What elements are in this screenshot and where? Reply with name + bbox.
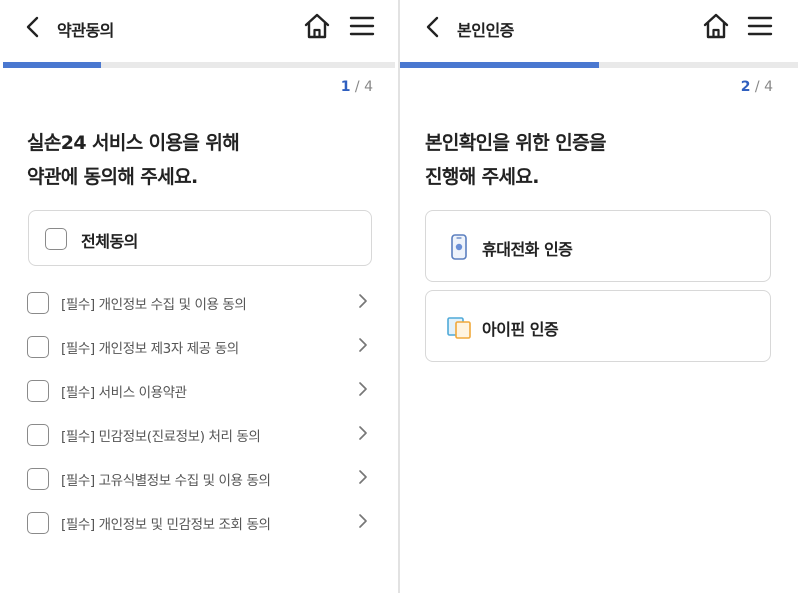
term-label: [필수] 개인정보 수집 및 이용 동의 [61, 297, 247, 313]
terms-agreement-screen: 약관동의 1 / 4 실손24 서비스 이용을 위해 약관에 동의해 주세요. … [0, 0, 398, 593]
heading: 실손24 서비스 이용을 위해 약관에 동의해 주세요. [27, 126, 240, 194]
heading: 본인확인을 위한 인증을 진행해 주세요. [425, 126, 606, 194]
chevron-right-icon[interactable] [357, 293, 369, 309]
menu-icon[interactable] [747, 14, 773, 38]
term-item[interactable]: [필수] 민감정보(진료정보) 처리 동의 [27, 416, 377, 460]
progress-bar [3, 62, 395, 68]
terms-list: [필수] 개인정보 수집 및 이용 동의 [필수] 개인정보 제3자 제공 동의… [27, 284, 377, 548]
back-arrow-icon[interactable] [24, 16, 44, 38]
term-item[interactable]: [필수] 고유식별정보 수집 및 이용 동의 [27, 460, 377, 504]
progress-bar [400, 62, 798, 68]
term-item[interactable]: [필수] 개인정보 제3자 제공 동의 [27, 328, 377, 372]
mobile-phone-icon [451, 234, 467, 260]
term-checkbox[interactable] [27, 468, 49, 490]
term-checkbox[interactable] [27, 336, 49, 358]
heading-line2: 약관에 동의해 주세요. [27, 166, 198, 188]
chevron-right-icon[interactable] [357, 337, 369, 353]
heading-line1: 실손24 서비스 이용을 위해 [27, 132, 240, 154]
home-icon[interactable] [702, 12, 730, 40]
back-arrow-icon[interactable] [424, 16, 444, 38]
auth-option-label: 아이핀 인증 [482, 320, 559, 339]
mobile-phone-auth-button[interactable]: 휴대전화 인증 [425, 210, 771, 282]
term-item[interactable]: [필수] 개인정보 및 민감정보 조회 동의 [27, 504, 377, 548]
step-current: 1 [340, 79, 351, 95]
chevron-right-icon[interactable] [357, 513, 369, 529]
identity-verification-screen: 본인인증 2 / 4 본인확인을 위한 인증을 진행해 주세요. 휴대전화 인증 [400, 0, 798, 593]
app-bar: 본인인증 [400, 0, 798, 56]
term-checkbox[interactable] [27, 292, 49, 314]
term-label: [필수] 개인정보 및 민감정보 조회 동의 [61, 517, 271, 533]
home-icon[interactable] [303, 12, 331, 40]
progress-fill [400, 62, 599, 68]
term-checkbox[interactable] [27, 512, 49, 534]
step-current: 2 [740, 79, 751, 95]
chevron-right-icon[interactable] [357, 381, 369, 397]
chevron-right-icon[interactable] [357, 469, 369, 485]
term-checkbox[interactable] [27, 424, 49, 446]
term-label: [필수] 서비스 이용약관 [61, 385, 187, 401]
term-checkbox[interactable] [27, 380, 49, 402]
step-indicator: 2 / 4 [741, 79, 773, 95]
step-total: / 4 [350, 79, 373, 95]
heading-line2: 진행해 주세요. [425, 166, 540, 188]
term-label: [필수] 개인정보 제3자 제공 동의 [61, 341, 239, 357]
progress-fill [3, 62, 101, 68]
step-indicator: 1 / 4 [341, 79, 373, 95]
heading-line1: 본인확인을 위한 인증을 [425, 132, 606, 154]
term-item[interactable]: [필수] 개인정보 수집 및 이용 동의 [27, 284, 377, 328]
page-title: 본인인증 [457, 21, 514, 40]
step-total: / 4 [750, 79, 773, 95]
ipin-auth-button[interactable]: 아이핀 인증 [425, 290, 771, 362]
page-title: 약관동의 [57, 21, 114, 40]
ipin-icon [447, 317, 471, 339]
agree-all-checkbox[interactable] [45, 228, 67, 250]
auth-option-label: 휴대전화 인증 [482, 240, 573, 259]
term-label: [필수] 고유식별정보 수집 및 이용 동의 [61, 473, 271, 489]
term-item[interactable]: [필수] 서비스 이용약관 [27, 372, 377, 416]
menu-icon[interactable] [349, 14, 375, 38]
chevron-right-icon[interactable] [357, 425, 369, 441]
term-label: [필수] 민감정보(진료정보) 처리 동의 [61, 429, 261, 445]
app-bar: 약관동의 [0, 0, 398, 56]
agree-all-label: 전체동의 [81, 232, 138, 251]
agree-all-button[interactable]: 전체동의 [28, 210, 372, 266]
